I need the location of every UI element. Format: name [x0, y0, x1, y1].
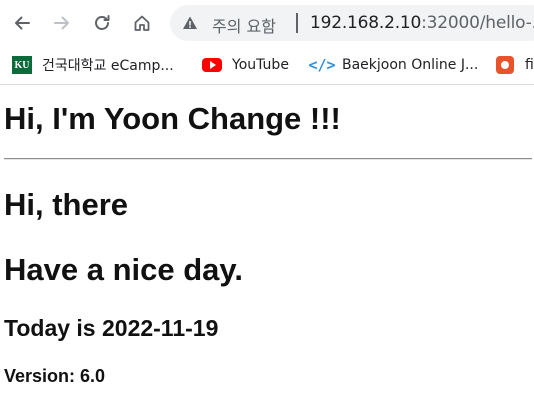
browser-toolbar: 주의 요함 192.168.2.10:32000/hello-...: [0, 0, 534, 46]
app-icon: [495, 56, 515, 74]
bookmark-label: 건국대학교 eCamp...: [42, 58, 174, 74]
bookmark-baekjoon[interactable]: </> Baekjoon Online J...: [308, 54, 479, 76]
konkuk-logo-icon: KU: [12, 56, 32, 74]
url-path: :32000/hello-...: [421, 13, 534, 33]
bookmark-label: YouTube: [232, 57, 289, 73]
home-icon[interactable]: [129, 10, 155, 36]
bookmarks-bar: KU 건국대학교 eCamp... YouTube </> Baekjoon O…: [0, 46, 534, 85]
code-brackets-icon: </>: [308, 56, 336, 74]
bookmark-label: Baekjoon Online J...: [342, 57, 479, 73]
heading-hi-there: Hi, there: [4, 187, 129, 222]
url-host: 192.168.2.10: [310, 13, 422, 33]
horizontal-rule: [4, 158, 532, 160]
heading-version: Version: 6.0: [4, 366, 106, 386]
bookmark-konkuk-ecampus[interactable]: KU 건국대학교 eCamp...: [12, 54, 174, 76]
security-warning-label[interactable]: 주의 요함: [212, 13, 276, 37]
page-heading-greeting: Hi, I'm Yoon Change !!!: [4, 101, 341, 136]
page-content: Hi, I'm Yoon Change !!! Hi, there Have a…: [0, 85, 534, 403]
warning-triangle-icon[interactable]: [182, 15, 198, 31]
address-bar[interactable]: 주의 요함 192.168.2.10:32000/hello-...: [170, 5, 534, 41]
address-separator: [296, 13, 298, 33]
bookmark-fi[interactable]: fi: [495, 54, 534, 76]
heading-today-date: Today is 2022-11-19: [4, 315, 219, 341]
url-text[interactable]: 192.168.2.10:32000/hello-...: [310, 13, 534, 33]
forward-arrow-icon[interactable]: [49, 10, 75, 36]
heading-nice-day: Have a nice day.: [4, 252, 243, 287]
reload-icon[interactable]: [89, 10, 115, 36]
bookmark-youtube[interactable]: YouTube: [202, 54, 289, 76]
bookmark-label: fi: [525, 57, 534, 73]
back-arrow-icon[interactable]: [9, 10, 35, 36]
youtube-icon: [202, 56, 222, 74]
